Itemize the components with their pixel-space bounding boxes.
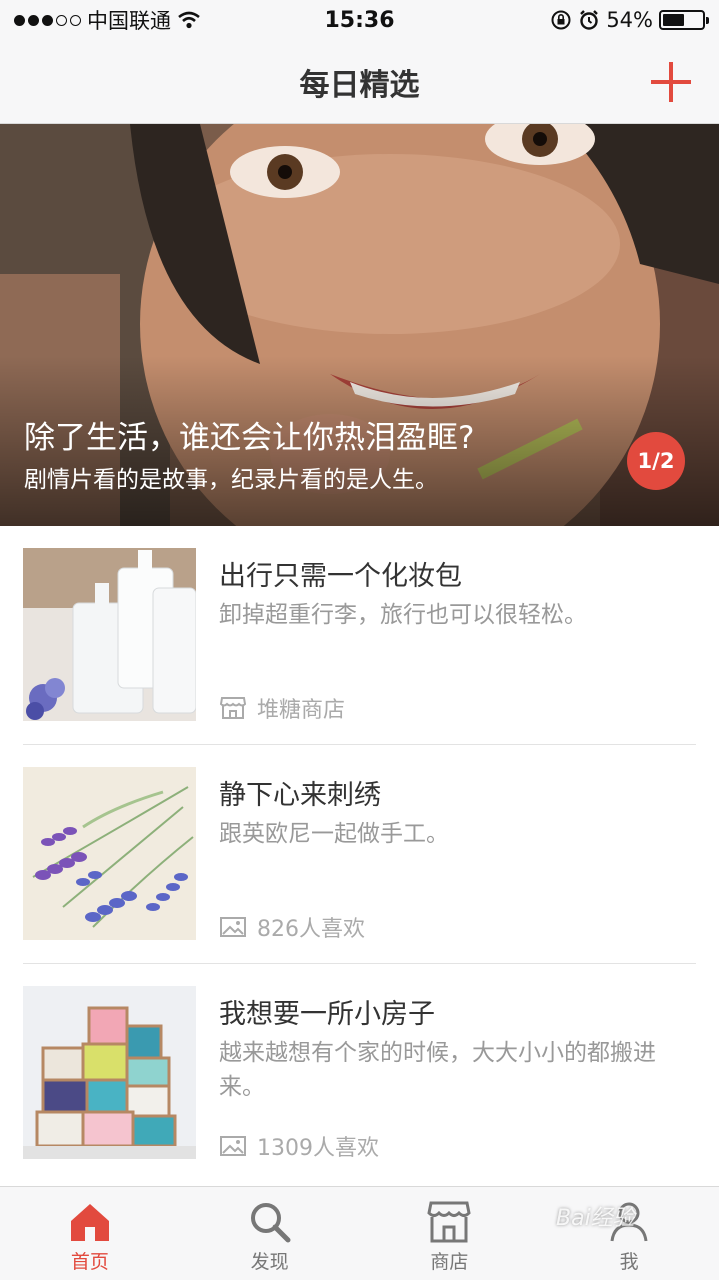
banner-pager-badge: 1/2 bbox=[627, 432, 685, 490]
rotation-lock-icon bbox=[551, 10, 571, 30]
tab-discover[interactable]: 发现 bbox=[180, 1187, 360, 1280]
wifi-icon bbox=[178, 11, 200, 29]
item-description: 跟英欧尼一起做手工。 bbox=[219, 821, 449, 847]
status-bar: 中国联通 15:36 54% bbox=[0, 0, 719, 40]
store-icon bbox=[427, 1201, 472, 1243]
banner-title: 除了生活，谁还会让你热泪盈眶? bbox=[24, 420, 475, 456]
tab-label: 商店 bbox=[430, 1251, 469, 1273]
item-thumbnail bbox=[23, 986, 196, 1159]
tab-store[interactable]: 商店 bbox=[360, 1187, 540, 1280]
list-item[interactable]: 我想要一所小房子 越来越想有个家的时候，大大小小的都搬进来。 1309人喜欢 bbox=[0, 964, 719, 1183]
page-title: 每日精选 bbox=[299, 67, 420, 103]
item-thumbnail bbox=[23, 767, 196, 940]
carrier-label: 中国联通 bbox=[87, 9, 171, 33]
item-meta: 1309人喜欢 bbox=[219, 1130, 379, 1162]
banner-subtitle: 剧情片看的是故事，纪录片看的是人生。 bbox=[24, 467, 438, 493]
item-thumbnail bbox=[23, 548, 196, 721]
tab-label: 发现 bbox=[250, 1251, 289, 1273]
feed-list: 出行只需一个化妆包 卸掉超重行李，旅行也可以很轻松。 堆糖商店 静下心来刺绣 跟… bbox=[0, 526, 719, 1183]
image-icon bbox=[220, 917, 246, 937]
item-description: 卸掉超重行李，旅行也可以很轻松。 bbox=[219, 602, 587, 628]
item-title: 我想要一所小房子 bbox=[219, 999, 435, 1030]
nav-bar: 每日精选 bbox=[0, 40, 719, 124]
battery-fill bbox=[663, 14, 684, 26]
tab-label: 我 bbox=[619, 1251, 639, 1273]
list-item[interactable]: 出行只需一个化妆包 卸掉超重行李，旅行也可以很轻松。 堆糖商店 bbox=[0, 526, 719, 745]
status-left: 中国联通 bbox=[14, 5, 201, 35]
item-title: 静下心来刺绣 bbox=[219, 780, 381, 811]
featured-banner[interactable]: 除了生活，谁还会让你热泪盈眶? 剧情片看的是故事，纪录片看的是人生。 bbox=[0, 124, 719, 526]
list-item[interactable]: 静下心来刺绣 跟英欧尼一起做手工。 826人喜欢 bbox=[0, 745, 719, 964]
tab-home[interactable]: 首页 bbox=[0, 1187, 180, 1280]
item-title: 出行只需一个化妆包 bbox=[219, 561, 462, 592]
tab-label: 首页 bbox=[70, 1251, 109, 1273]
item-likes: 826人喜欢 bbox=[257, 917, 365, 942]
battery-percent: 54% bbox=[606, 8, 653, 32]
home-icon bbox=[70, 1204, 109, 1241]
status-right: 54% bbox=[550, 8, 709, 32]
item-meta: 826人喜欢 bbox=[219, 911, 365, 943]
store-icon bbox=[219, 697, 247, 719]
signal-icon bbox=[14, 14, 81, 26]
item-meta: 堆糖商店 bbox=[219, 692, 345, 724]
search-icon bbox=[250, 1203, 291, 1243]
watermark-logo: Bai经验 bbox=[556, 1206, 635, 1231]
item-meta-text: 堆糖商店 bbox=[257, 698, 346, 723]
battery-icon bbox=[659, 10, 709, 30]
plus-icon[interactable] bbox=[649, 60, 693, 104]
alarm-icon bbox=[580, 10, 599, 30]
item-likes: 1309人喜欢 bbox=[257, 1136, 379, 1161]
image-icon bbox=[220, 1136, 246, 1156]
item-description: 越来越想有个家的时候，大大小小的都搬进来。 bbox=[219, 1040, 656, 1100]
